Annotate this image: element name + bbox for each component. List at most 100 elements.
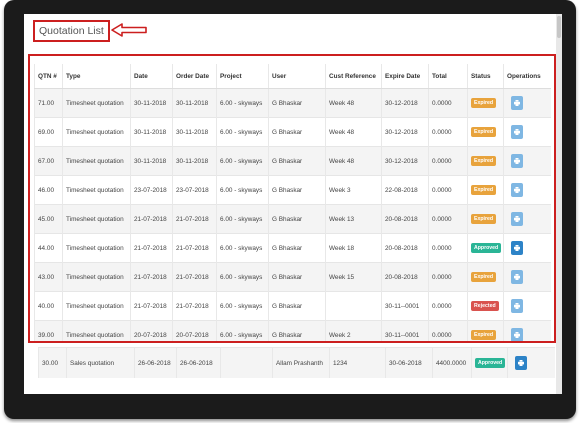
table-row[interactable]: 43.00 Timesheet quotation 21-07-2018 21-07-…: [34, 262, 551, 292]
operations-cell: [503, 117, 551, 147]
col-header[interactable]: Project: [216, 64, 269, 89]
col-header[interactable]: User: [268, 64, 326, 89]
type-cell: Timesheet quotation: [62, 88, 131, 118]
user-cell: G Bhaskar: [268, 291, 326, 321]
project-cell: 6.00 - skyways: [216, 88, 269, 118]
status-cell: Expired: [467, 117, 504, 147]
device-frame: Quotation List QTN # Type Date Order Dat…: [4, 0, 576, 419]
cust-reference-cell: Week 48: [325, 117, 382, 147]
col-header[interactable]: Cust Reference: [325, 64, 382, 89]
expire-date-cell: 20-08-2018: [381, 262, 429, 292]
table-row[interactable]: 39.00 Timesheet quotation 20-07-2018 20-07-…: [34, 320, 551, 341]
print-button[interactable]: [515, 356, 527, 370]
print-icon: [514, 216, 520, 222]
print-icon: [514, 187, 520, 193]
print-button[interactable]: [511, 125, 523, 139]
total-cell: 0.0000: [428, 146, 468, 176]
order-date-cell: 30-11-2018: [172, 146, 217, 176]
print-button[interactable]: [511, 154, 523, 168]
col-header[interactable]: Total: [428, 64, 468, 89]
type-cell: Timesheet quotation: [62, 233, 131, 263]
status-cell: Approved: [471, 347, 508, 378]
vertical-scrollbar[interactable]: [556, 14, 562, 394]
table-body-continued: 30.00 Sales quotation 26-06-2018 26-06-2018…: [38, 347, 555, 378]
table-row[interactable]: 45.00 Timesheet quotation 21-07-2018 21-07-…: [34, 204, 551, 234]
type-cell: Timesheet quotation: [62, 117, 131, 147]
cust-reference-cell: Week 15: [325, 262, 382, 292]
user-cell: G Bhaskar: [268, 88, 326, 118]
table-row[interactable]: 67.00 Timesheet quotation 30-11-2018 30-11-…: [34, 146, 551, 176]
order-date-cell: 23-07-2018: [172, 175, 217, 205]
scrollbar-thumb[interactable]: [557, 16, 561, 38]
date-cell: 21-07-2018: [130, 204, 173, 234]
col-header[interactable]: Date: [130, 64, 173, 89]
table-row[interactable]: 71.00 Timesheet quotation 30-11-2018 30-11-…: [34, 88, 551, 118]
print-icon: [514, 158, 520, 164]
project-cell: [220, 347, 273, 378]
qtn-cell: 69.00: [34, 117, 63, 147]
user-cell: G Bhaskar: [268, 204, 326, 234]
date-cell: 30-11-2018: [130, 117, 173, 147]
type-cell: Timesheet quotation: [62, 175, 131, 205]
col-header[interactable]: Status: [467, 64, 504, 89]
cust-reference-cell: Week 48: [325, 88, 382, 118]
left-arrow-icon: [111, 23, 147, 37]
quotation-table-highlight: QTN # Type Date Order Date Project User …: [28, 54, 556, 343]
cust-reference-cell: Week 13: [325, 204, 382, 234]
qtn-cell: 45.00: [34, 204, 63, 234]
date-cell: 21-07-2018: [130, 291, 173, 321]
col-header[interactable]: Expire Date: [381, 64, 429, 89]
date-cell: 30-11-2018: [130, 88, 173, 118]
qtn-cell: 39.00: [34, 320, 63, 341]
table-row[interactable]: 69.00 Timesheet quotation 30-11-2018 30-11-…: [34, 117, 551, 147]
table-row[interactable]: 40.00 Timesheet quotation 21-07-2018 21-07-…: [34, 291, 551, 321]
print-button[interactable]: [511, 96, 523, 110]
operations-cell: [503, 291, 551, 321]
print-icon: [514, 332, 520, 338]
status-cell: Expired: [467, 146, 504, 176]
order-date-cell: 21-07-2018: [172, 262, 217, 292]
print-button[interactable]: [511, 328, 523, 341]
status-badge: Expired: [471, 156, 497, 166]
type-cell: Sales quotation: [66, 347, 135, 378]
date-cell: 21-07-2018: [130, 233, 173, 263]
expire-date-cell: 30-11--0001: [381, 320, 429, 341]
status-badge: Rejected: [471, 301, 499, 311]
operations-cell: [503, 320, 551, 341]
table-row[interactable]: 44.00 Timesheet quotation 21-07-2018 21-07-…: [34, 233, 551, 263]
total-cell: 0.0000: [428, 233, 468, 263]
project-cell: 6.00 - skyways: [216, 146, 269, 176]
print-button[interactable]: [511, 299, 523, 313]
screen: Quotation List QTN # Type Date Order Dat…: [24, 14, 562, 394]
print-button[interactable]: [511, 212, 523, 226]
col-header[interactable]: QTN #: [34, 64, 63, 89]
expire-date-cell: 30-12-2018: [381, 146, 429, 176]
expire-date-cell: 30-12-2018: [381, 117, 429, 147]
order-date-cell: 30-11-2018: [172, 117, 217, 147]
operations-cell: [503, 262, 551, 292]
user-cell: G Bhaskar: [268, 233, 326, 263]
table-row[interactable]: 30.00 Sales quotation 26-06-2018 26-06-2018…: [38, 347, 555, 378]
qtn-cell: 46.00: [34, 175, 63, 205]
user-cell: G Bhaskar: [268, 117, 326, 147]
col-header[interactable]: Type: [62, 64, 131, 89]
total-cell: 4400.0000: [432, 347, 472, 378]
total-cell: 0.0000: [428, 291, 468, 321]
expire-date-cell: 20-08-2018: [381, 204, 429, 234]
col-header[interactable]: Operations: [503, 64, 551, 89]
table-row[interactable]: 46.00 Timesheet quotation 23-07-2018 23-07-…: [34, 175, 551, 205]
print-button[interactable]: [511, 241, 523, 255]
project-cell: 6.00 - skyways: [216, 204, 269, 234]
user-cell: G Bhaskar: [268, 262, 326, 292]
print-button[interactable]: [511, 183, 523, 197]
expire-date-cell: 30-11--0001: [381, 291, 429, 321]
status-cell: Rejected: [467, 291, 504, 321]
col-header[interactable]: Order Date: [172, 64, 217, 89]
date-cell: 21-07-2018: [130, 262, 173, 292]
quotation-table-continued: 30.00 Sales quotation 26-06-2018 26-06-2018…: [38, 347, 555, 378]
cust-reference-cell: Week 2: [325, 320, 382, 341]
status-badge: Expired: [471, 214, 497, 224]
print-button[interactable]: [511, 270, 523, 284]
table-body: 71.00 Timesheet quotation 30-11-2018 30-11-…: [34, 88, 551, 341]
type-cell: Timesheet quotation: [62, 262, 131, 292]
